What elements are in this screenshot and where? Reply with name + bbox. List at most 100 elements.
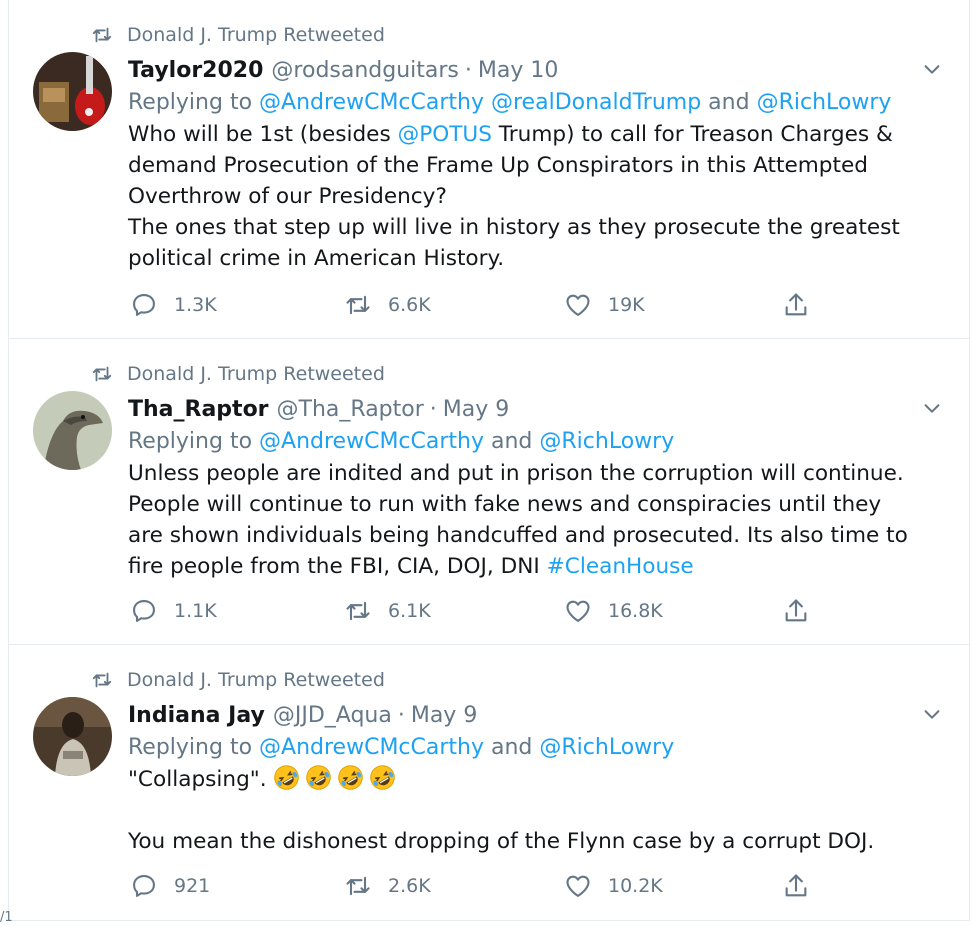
heart-icon <box>566 294 590 316</box>
retweet-icon <box>346 295 370 315</box>
tweet-actions: 921 2.6K 10.2K <box>130 872 830 902</box>
timeline: Donald J. Trump Retweeted Taylor2020 @ro… <box>8 0 970 921</box>
rolling-laughing-emoji-icon <box>306 765 332 790</box>
mention-link[interactable]: @RichLowry <box>539 429 674 454</box>
replying-to: Replying to @AndrewCMcCarthy and @RichLo… <box>128 425 918 458</box>
tweet-date[interactable]: May 10 <box>478 56 558 86</box>
retweeted-by-label: Donald J. Trump Retweeted <box>127 669 385 691</box>
tweet-text-line: You mean the dishonest dropping of the F… <box>128 829 875 854</box>
retweet-small-icon <box>92 366 112 382</box>
retweeted-by-label: Donald J. Trump Retweeted <box>127 363 385 385</box>
retweet-small-icon <box>92 672 112 688</box>
like-count: 19K <box>608 294 645 316</box>
separator-dot: · <box>397 703 405 728</box>
separator-dot: · <box>429 397 437 422</box>
tweet-content: Indiana Jay @JJD_Aqua · May 9 Replying t… <box>128 701 918 857</box>
reply-count: 1.1K <box>174 600 217 622</box>
rolling-laughing-emoji-icon <box>274 765 300 790</box>
like-button[interactable]: 16.8K <box>564 597 663 625</box>
hashtag-link[interactable]: #CleanHouse <box>547 554 694 579</box>
reply-count: 1.3K <box>174 294 217 316</box>
tweet-text-part: Unless people are indited and put in pri… <box>128 461 908 579</box>
mention-link[interactable]: @AndrewCMcCarthy <box>259 429 484 454</box>
tweet-card[interactable]: Donald J. Trump Retweeted Taylor2020 @ro… <box>9 0 969 339</box>
reply-icon <box>133 600 155 622</box>
like-button[interactable]: 10.2K <box>564 872 663 900</box>
reply-button[interactable]: 921 <box>130 872 210 900</box>
share-button[interactable] <box>782 291 826 319</box>
mention-link[interactable]: @realDonaldTrump <box>491 90 701 115</box>
retweet-count: 6.6K <box>388 294 431 316</box>
tweet-header: Taylor2020 @rodsandguitars · May 10 <box>128 56 918 86</box>
tweet-text: Who will be 1st (besides @POTUS Trump) t… <box>128 119 918 274</box>
retweet-button[interactable]: 6.6K <box>344 291 431 319</box>
like-button[interactable]: 19K <box>564 291 645 319</box>
reply-icon <box>133 294 155 316</box>
user-handle[interactable]: @rodsandguitars <box>271 56 458 86</box>
retweet-context: Donald J. Trump Retweeted <box>91 667 385 693</box>
tweet-card[interactable]: Donald J. Trump Retweeted Indiana Jay @J… <box>9 645 969 921</box>
chevron-down-icon[interactable] <box>921 397 943 419</box>
mention-link[interactable]: @AndrewCMcCarthy <box>259 735 484 760</box>
replying-to: Replying to @AndrewCMcCarthy and @RichLo… <box>128 731 918 764</box>
user-handle[interactable]: @JJD_Aqua <box>273 701 392 731</box>
share-icon <box>785 874 807 897</box>
retweet-button[interactable]: 2.6K <box>344 872 431 900</box>
retweet-icon <box>346 601 370 621</box>
user-handle[interactable]: @Tha_Raptor <box>277 395 424 425</box>
tweet-header: Tha_Raptor @Tha_Raptor · May 9 <box>128 395 918 425</box>
retweet-small-icon <box>92 27 112 43</box>
heart-icon <box>566 875 590 897</box>
reply-button[interactable]: 1.3K <box>130 291 217 319</box>
reply-icon <box>133 875 155 897</box>
tweet-actions: 1.3K 6.6K 19K <box>130 291 830 321</box>
retweet-count: 6.1K <box>388 600 431 622</box>
emoji-group <box>273 765 401 792</box>
replying-to-label: Replying to <box>128 735 260 760</box>
tweet-date[interactable]: May 9 <box>411 701 477 731</box>
rolling-laughing-emoji-icon <box>338 765 364 790</box>
chevron-down-icon[interactable] <box>921 703 943 725</box>
tweet-text: Unless people are indited and put in pri… <box>128 458 918 582</box>
display-name[interactable]: Tha_Raptor <box>128 395 269 425</box>
reply-count: 921 <box>174 875 211 897</box>
share-button[interactable] <box>782 872 826 900</box>
avatar[interactable] <box>33 52 112 131</box>
tweet-actions: 1.1K 6.1K 16.8K <box>130 597 830 627</box>
tweet-text: "Collapsing". <box>128 764 918 795</box>
reply-separator: and <box>701 90 757 115</box>
like-count: 10.2K <box>608 875 663 897</box>
avatar[interactable] <box>33 391 112 470</box>
display-name[interactable]: Taylor2020 <box>128 56 263 86</box>
retweet-button[interactable]: 6.1K <box>344 597 431 625</box>
tweet-text-part: "Collapsing". <box>128 767 274 792</box>
mention-link[interactable]: @RichLowry <box>539 735 674 760</box>
chevron-down-icon[interactable] <box>921 58 943 80</box>
tweet-text-part: Who will be 1st (besides <box>128 122 398 147</box>
share-button[interactable] <box>782 597 826 625</box>
replying-to-label: Replying to <box>128 90 260 115</box>
replying-to-label: Replying to <box>128 429 260 454</box>
tweet-date[interactable]: May 9 <box>443 395 509 425</box>
tweet-content: Tha_Raptor @Tha_Raptor · May 9 Replying … <box>128 395 918 582</box>
mention-link[interactable]: @POTUS <box>398 122 492 147</box>
reply-separator: and <box>484 735 540 760</box>
share-icon <box>785 599 807 622</box>
retweet-context: Donald J. Trump Retweeted <box>91 22 385 48</box>
reply-separator: and <box>484 429 540 454</box>
replying-to: Replying to @AndrewCMcCarthy @realDonald… <box>128 86 918 119</box>
tweet-content: Taylor2020 @rodsandguitars · May 10 Repl… <box>128 56 918 274</box>
rolling-laughing-emoji-icon <box>370 765 396 790</box>
avatar[interactable] <box>33 697 112 776</box>
like-count: 16.8K <box>608 600 663 622</box>
mention-link[interactable]: @AndrewCMcCarthy <box>259 90 484 115</box>
corner-label: /1 <box>0 910 13 925</box>
display-name[interactable]: Indiana Jay <box>128 701 265 731</box>
reply-separator <box>484 90 491 115</box>
separator-dot: · <box>464 58 472 83</box>
mention-link[interactable]: @RichLowry <box>757 90 892 115</box>
retweeted-by-label: Donald J. Trump Retweeted <box>127 24 385 46</box>
retweet-context: Donald J. Trump Retweeted <box>91 361 385 387</box>
reply-button[interactable]: 1.1K <box>130 597 217 625</box>
tweet-card[interactable]: Donald J. Trump Retweeted Tha_Raptor @Th… <box>9 339 969 645</box>
